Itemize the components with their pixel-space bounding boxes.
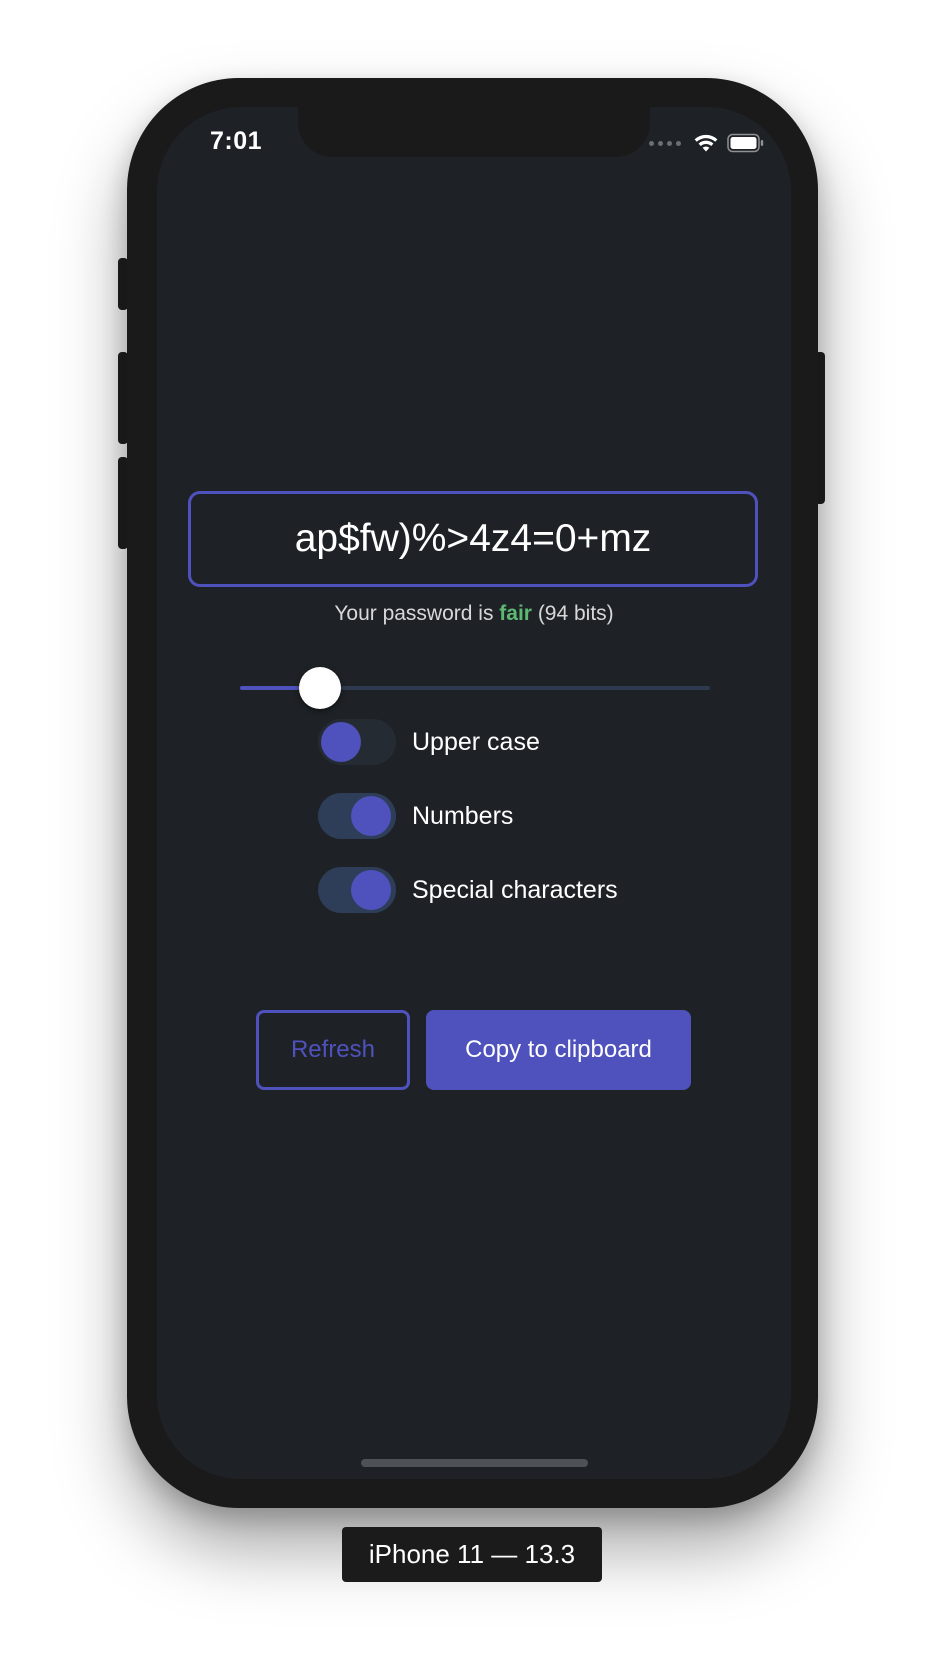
notch	[298, 107, 650, 157]
simulator-stage: 7:01 ap$fw)%>4z4=0+mz Your password is f…	[0, 0, 948, 1658]
password-strength: Your password is fair (94 bits)	[157, 602, 791, 626]
special-characters-label: Special characters	[412, 875, 618, 904]
slider-thumb[interactable]	[299, 667, 341, 709]
device-label: iPhone 11 — 13.3	[342, 1527, 602, 1582]
password-display[interactable]: ap$fw)%>4z4=0+mz	[188, 491, 758, 587]
status-icons	[649, 133, 765, 153]
status-time: 7:01	[210, 127, 263, 155]
numbers-toggle[interactable]	[318, 793, 396, 839]
strength-rating: fair	[499, 602, 532, 625]
upper-case-toggle[interactable]	[318, 719, 396, 765]
option-numbers: Numbers	[318, 793, 513, 839]
upper-case-label: Upper case	[412, 727, 540, 756]
copy-to-clipboard-button[interactable]: Copy to clipboard	[426, 1010, 691, 1090]
home-indicator[interactable]	[361, 1459, 588, 1467]
toggle-knob	[321, 722, 361, 762]
toggle-knob	[351, 796, 391, 836]
special-characters-toggle[interactable]	[318, 867, 396, 913]
app-screen: 7:01 ap$fw)%>4z4=0+mz Your password is f…	[157, 107, 791, 1479]
option-upper-case: Upper case	[318, 719, 540, 765]
password-text: ap$fw)%>4z4=0+mz	[294, 517, 652, 560]
wifi-icon	[694, 134, 718, 152]
toggle-knob	[351, 870, 391, 910]
battery-icon	[727, 133, 764, 153]
numbers-label: Numbers	[412, 801, 514, 830]
strength-prefix: Your password is	[334, 602, 500, 625]
length-slider[interactable]	[240, 667, 710, 709]
refresh-button[interactable]: Refresh	[256, 1010, 410, 1090]
signal-dots-icon	[649, 140, 681, 146]
option-special-characters: Special characters	[318, 867, 618, 913]
strength-suffix: (94 bits)	[531, 602, 614, 625]
